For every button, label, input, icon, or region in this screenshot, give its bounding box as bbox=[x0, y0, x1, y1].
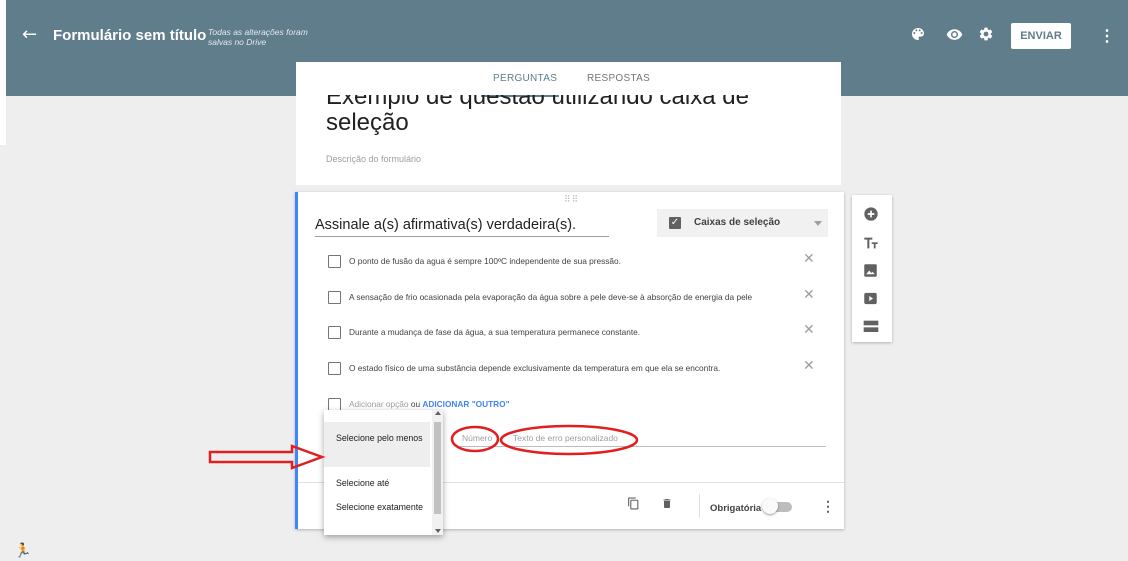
validation-type-dropdown[interactable]: Selecione pelo menos Selecione até Selec… bbox=[324, 410, 443, 535]
validation-underline bbox=[456, 446, 826, 447]
delete-icon[interactable] bbox=[661, 496, 673, 516]
scroll-thumb[interactable] bbox=[434, 422, 441, 514]
drag-handle-icon[interactable]: ⠿⠿ bbox=[564, 194, 579, 205]
question-more-icon[interactable]: ⋮ bbox=[821, 498, 835, 515]
dropdown-option[interactable]: Selecione até bbox=[324, 470, 430, 500]
checkbox-type-icon: ✓ bbox=[669, 217, 681, 229]
palette-icon[interactable] bbox=[910, 26, 928, 44]
eye-icon[interactable] bbox=[946, 26, 964, 44]
add-option-link[interactable]: Adicionar opção bbox=[349, 399, 409, 409]
form-header-card: Exemplo de questão utilizando caixa de s… bbox=[296, 95, 841, 185]
option-text[interactable]: A sensação de frio ocasionada pela evapo… bbox=[349, 292, 752, 302]
checkbox[interactable] bbox=[328, 362, 341, 375]
add-option-line: Adicionar opção ou ADICIONAR "OUTRO" bbox=[349, 399, 510, 409]
remove-option-icon[interactable]: ✕ bbox=[803, 358, 815, 374]
add-circle-icon[interactable] bbox=[863, 206, 881, 224]
form-title[interactable]: seleção bbox=[326, 109, 409, 137]
send-button[interactable]: ENVIAR bbox=[1011, 23, 1071, 49]
scroll-down-icon[interactable] bbox=[435, 529, 441, 533]
save-status: Todas as alterações foram salvas no Driv… bbox=[208, 27, 308, 47]
remove-option-icon[interactable]: ✕ bbox=[803, 322, 815, 338]
dropdown-scrollbar[interactable] bbox=[432, 410, 443, 535]
floating-toolbar bbox=[852, 195, 892, 342]
dropdown-option[interactable]: Selecione exatamente bbox=[324, 500, 430, 535]
remove-option-icon[interactable]: ✕ bbox=[803, 251, 815, 267]
checkbox[interactable] bbox=[328, 291, 341, 304]
checkbox[interactable] bbox=[328, 326, 341, 339]
duplicate-icon[interactable] bbox=[627, 496, 640, 516]
question-title-underline bbox=[315, 236, 609, 237]
accessibility-icon[interactable]: 🏃 bbox=[14, 543, 31, 559]
validation-number-input[interactable]: Número bbox=[462, 433, 492, 443]
option-text[interactable]: O estado físico de uma substância depend… bbox=[349, 363, 720, 373]
question-title[interactable]: Assinale a(s) afirmativa(s) verdadeira(s… bbox=[315, 217, 576, 233]
required-toggle-thumb[interactable] bbox=[762, 498, 778, 514]
footer-separator bbox=[699, 494, 700, 518]
remove-option-icon[interactable]: ✕ bbox=[803, 287, 815, 303]
more-vert-icon[interactable]: ⋮ bbox=[1099, 26, 1115, 46]
gear-icon[interactable] bbox=[978, 26, 996, 44]
validation-error-input[interactable]: Texto de erro personalizado bbox=[513, 433, 618, 443]
left-edge-strip bbox=[0, 0, 6, 145]
required-label: Obrigatória bbox=[710, 503, 762, 514]
scroll-up-icon[interactable] bbox=[435, 411, 441, 415]
checkbox[interactable] bbox=[328, 255, 341, 268]
dropdown-option[interactable]: Selecione pelo menos bbox=[324, 422, 430, 467]
video-icon[interactable] bbox=[863, 291, 881, 309]
form-description-field[interactable]: Descrição do formulário bbox=[326, 154, 421, 164]
tab-respostas[interactable]: RESPOSTAS bbox=[587, 73, 650, 84]
option-text[interactable]: O ponto de fusão da agua é sempre 100ºC … bbox=[349, 256, 621, 266]
section-icon[interactable] bbox=[863, 319, 881, 337]
title-icon[interactable] bbox=[863, 235, 881, 253]
image-icon[interactable] bbox=[863, 263, 881, 281]
add-other-link[interactable]: ADICIONAR "OUTRO" bbox=[422, 399, 509, 409]
add-option-or: ou bbox=[410, 399, 421, 409]
question-type-label: Caixas de seleção bbox=[694, 217, 781, 228]
tab-bar: PERGUNTAS RESPOSTAS bbox=[296, 62, 841, 98]
back-arrow-icon[interactable]: ← bbox=[22, 24, 37, 45]
question-type-select[interactable]: ✓ Caixas de seleção bbox=[657, 209, 828, 237]
form-title-header: Formulário sem título bbox=[53, 27, 207, 44]
dropdown-arrow-icon bbox=[814, 221, 822, 226]
option-text[interactable]: Durante a mudança de fase da água, a sua… bbox=[349, 327, 640, 337]
tab-perguntas[interactable]: PERGUNTAS bbox=[493, 73, 557, 84]
